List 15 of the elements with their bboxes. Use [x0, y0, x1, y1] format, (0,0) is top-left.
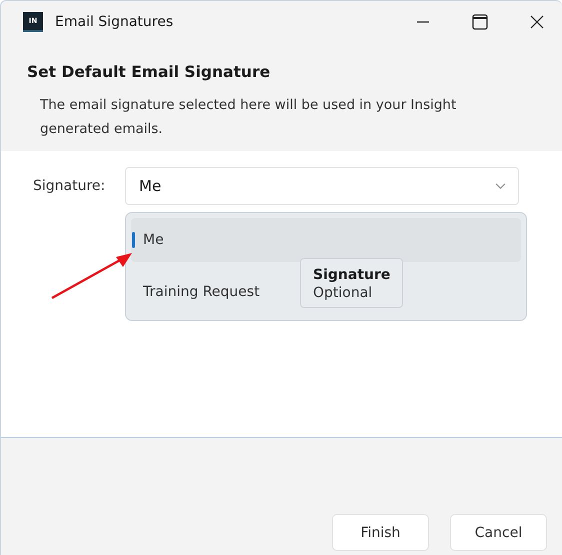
- field-label: Signature:: [33, 178, 106, 194]
- dropdown-option[interactable]: Me: [131, 218, 521, 262]
- tooltip-subtitle: Optional: [313, 285, 374, 301]
- selection-indicator: [132, 232, 135, 248]
- page-heading: Set Default Email Signature: [27, 63, 272, 81]
- window-title: Email Signatures: [55, 14, 174, 30]
- maximize-icon[interactable]: [472, 14, 488, 30]
- dropdown-option[interactable]: Training Request: [131, 270, 268, 314]
- dialog-button[interactable]: Cancel: [450, 514, 547, 551]
- close-icon[interactable]: [530, 15, 544, 29]
- dialog-button[interactable]: Finish: [332, 514, 429, 551]
- chevron-icon: [495, 182, 506, 190]
- description-text: The email signature selected here will be used in your Insight generated emails.: [39, 96, 458, 139]
- tooltip-title: Signature: [313, 267, 390, 283]
- signature-dropdown[interactable]: Me: [125, 167, 519, 205]
